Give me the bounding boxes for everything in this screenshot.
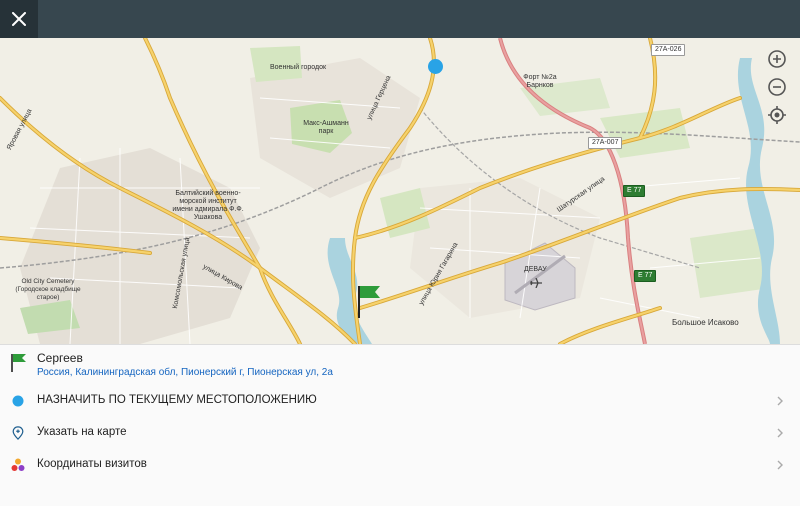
zoom-in-icon <box>768 50 786 68</box>
set-current-location-label: НАЗНАЧИТЬ ПО ТЕКУЩЕМУ МЕСТОПОЛОЖЕНИЮ <box>37 394 317 406</box>
location-panel: Сергеев Россия, Калининградская обл, Пио… <box>0 344 800 506</box>
locate-button[interactable] <box>766 104 788 126</box>
map-label-park: Макс-Ашманн парк <box>303 120 349 135</box>
set-current-location-row[interactable]: НАЗНАЧИТЬ ПО ТЕКУЩЕМУ МЕСТОПОЛОЖЕНИЮ <box>0 385 800 417</box>
map-pin-icon <box>12 426 24 440</box>
road-badge-27a-007: 27А-007 <box>588 137 623 149</box>
close-icon <box>12 12 26 26</box>
visit-coordinates-row[interactable]: Координаты визитов <box>0 449 800 481</box>
map-view[interactable]: Военный городок Макс-Ашманн парк Форт №2… <box>0 38 800 344</box>
current-location-dot-icon <box>12 395 24 407</box>
road-badge-e77: E 77 <box>623 185 646 197</box>
map-label-airport: ДЕВАУ <box>524 266 547 273</box>
visit-coordinates-label: Координаты визитов <box>37 458 147 470</box>
map-label-village: Большое Исаково <box>672 318 739 327</box>
map-label-military-town: Военный городок <box>270 64 327 71</box>
zoom-in-button[interactable] <box>766 48 788 70</box>
top-bar <box>0 0 800 38</box>
close-button[interactable] <box>0 0 38 38</box>
user-header: Сергеев Россия, Калининградская обл, Пио… <box>0 345 800 381</box>
map-base <box>0 38 800 344</box>
visit-dots-icon <box>11 458 25 471</box>
map-label-fort: Форт №2а Барнков <box>523 74 557 89</box>
flag-marker-icon[interactable] <box>356 284 384 320</box>
locate-icon <box>768 106 786 124</box>
road-badge-27a-026: 27А-026 <box>651 44 686 56</box>
chevron-right-icon <box>777 460 783 470</box>
chevron-right-icon <box>777 396 783 406</box>
user-address[interactable]: Россия, Калининградская обл, Пионерский … <box>37 367 333 378</box>
zoom-out-button[interactable] <box>766 76 788 98</box>
map-label-institute: Балтийский военно-морской институт имени… <box>172 190 244 221</box>
pick-on-map-label: Указать на карте <box>37 426 127 438</box>
pick-on-map-row[interactable]: Указать на карте <box>0 417 800 449</box>
chevron-right-icon <box>777 428 783 438</box>
current-location-marker[interactable] <box>428 59 443 74</box>
user-name: Сергеев <box>37 351 83 365</box>
road-badge-e77-south: E 77 <box>634 270 657 282</box>
flag-icon <box>11 354 26 372</box>
map-label-cemetery: Old City Cemetery (Городское кладбище ст… <box>15 278 81 301</box>
zoom-out-icon <box>768 78 786 96</box>
airport-icon <box>530 278 542 288</box>
